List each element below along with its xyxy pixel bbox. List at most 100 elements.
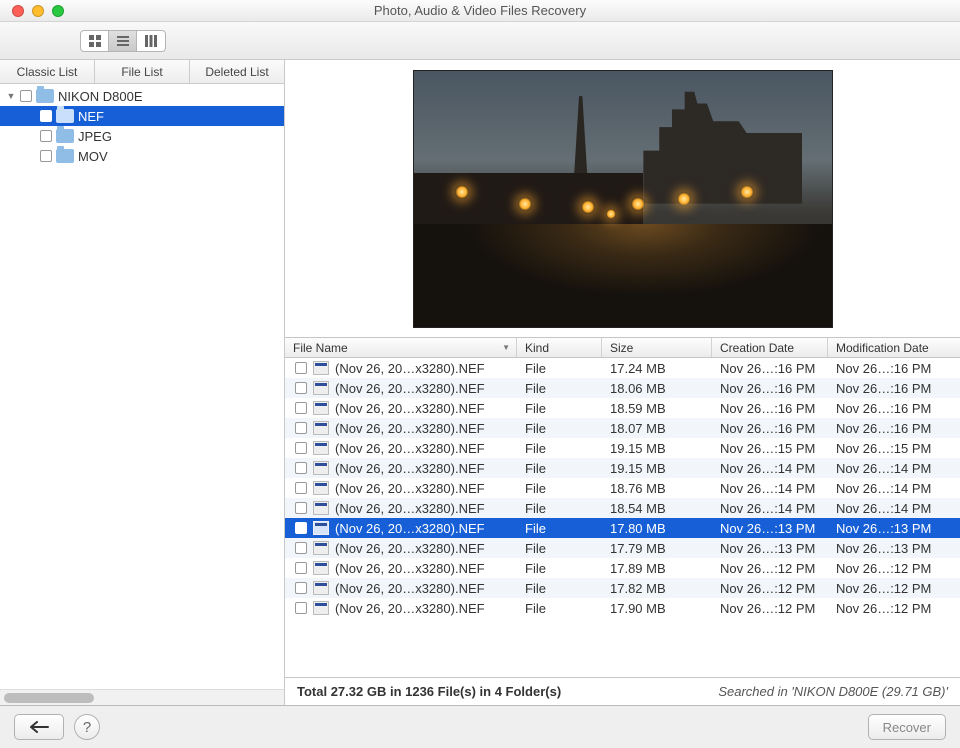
tree-label: NEF	[78, 109, 104, 124]
file-icon	[313, 481, 329, 495]
checkbox[interactable]	[40, 130, 52, 142]
file-mdate: Nov 26…:12 PM	[828, 581, 960, 596]
file-size: 19.15 MB	[602, 461, 712, 476]
preview-image	[413, 70, 833, 328]
checkbox[interactable]	[295, 482, 307, 494]
col-size[interactable]: Size	[602, 338, 712, 357]
table-row[interactable]: (Nov 26, 20…x3280).NEFFile17.80 MBNov 26…	[285, 518, 960, 538]
sidebar-tabs: Classic List File List Deleted List	[0, 60, 284, 84]
table-header: File Name▼ Kind Size Creation Date Modif…	[285, 338, 960, 358]
checkbox[interactable]	[295, 422, 307, 434]
table-row[interactable]: (Nov 26, 20…x3280).NEFFile18.76 MBNov 26…	[285, 478, 960, 498]
folder-icon	[56, 129, 74, 143]
view-columns-icon[interactable]	[137, 31, 165, 51]
table-row[interactable]: (Nov 26, 20…x3280).NEFFile17.90 MBNov 26…	[285, 598, 960, 618]
file-icon	[313, 361, 329, 375]
file-mdate: Nov 26…:16 PM	[828, 381, 960, 396]
file-size: 19.15 MB	[602, 441, 712, 456]
col-creation-date[interactable]: Creation Date	[712, 338, 828, 357]
file-icon	[313, 541, 329, 555]
file-kind: File	[517, 541, 602, 556]
checkbox[interactable]	[40, 110, 52, 122]
tab-file-list[interactable]: File List	[95, 60, 190, 83]
checkbox[interactable]	[40, 150, 52, 162]
file-kind: File	[517, 381, 602, 396]
checkbox[interactable]	[295, 582, 307, 594]
checkbox[interactable]	[295, 502, 307, 514]
view-grid-icon[interactable]	[81, 31, 109, 51]
file-name: (Nov 26, 20…x3280).NEF	[335, 601, 485, 616]
table-row[interactable]: (Nov 26, 20…x3280).NEF File17.82 MB Nov 26…	[285, 578, 960, 598]
table-row[interactable]: (Nov 26, 20…x3280).NEFFile18.07 MBNov 26…	[285, 418, 960, 438]
file-table: File Name▼ Kind Size Creation Date Modif…	[285, 338, 960, 705]
table-row[interactable]: (Nov 26, 20…x3280).NEFFile18.54 MBNov 26…	[285, 498, 960, 518]
file-mdate: Nov 26…:14 PM	[828, 461, 960, 476]
file-icon	[313, 381, 329, 395]
file-name: (Nov 26, 20…x3280).NEF	[335, 581, 485, 596]
checkbox[interactable]	[295, 402, 307, 414]
file-kind: File	[517, 421, 602, 436]
file-size: 18.76 MB	[602, 481, 712, 496]
file-size: 17.89 MB	[602, 561, 712, 576]
col-kind[interactable]: Kind	[517, 338, 602, 357]
checkbox[interactable]	[295, 362, 307, 374]
tree-row-nef[interactable]: NEF	[0, 106, 284, 126]
table-body: (Nov 26, 20…x3280).NEFFile17.24 MBNov 26…	[285, 358, 960, 677]
file-kind: File	[517, 481, 602, 496]
status-searched: Searched in 'NIKON D800E (29.71 GB)'	[718, 684, 948, 699]
file-icon	[313, 401, 329, 415]
main-panel: File Name▼ Kind Size Creation Date Modif…	[285, 60, 960, 705]
view-mode-segmented[interactable]	[80, 30, 166, 52]
table-row[interactable]: (Nov 26, 20…x3280).NEFFile19.15 MBNov 26…	[285, 438, 960, 458]
file-cdate: Nov 26…:12 PM	[712, 561, 828, 576]
folder-icon	[56, 149, 74, 163]
file-kind: File	[517, 521, 602, 536]
checkbox[interactable]	[295, 602, 307, 614]
tree-row-mov[interactable]: MOV	[0, 146, 284, 166]
table-row[interactable]: (Nov 26, 20…x3280).NEFFile17.79 MBNov 26…	[285, 538, 960, 558]
toolbar	[0, 22, 960, 60]
table-row[interactable]: (Nov 26, 20…x3280).NEFFile17.89 MBNov 26…	[285, 558, 960, 578]
file-icon	[313, 601, 329, 615]
recover-button[interactable]: Recover	[868, 714, 946, 740]
file-mdate: Nov 26…:16 PM	[828, 421, 960, 436]
file-size: 18.59 MB	[602, 401, 712, 416]
folder-icon	[36, 89, 54, 103]
help-button[interactable]: ?	[74, 714, 100, 740]
checkbox[interactable]	[295, 382, 307, 394]
disclosure-triangle-icon[interactable]: ▼	[6, 91, 16, 101]
file-kind: File	[517, 561, 602, 576]
tab-deleted-list[interactable]: Deleted List	[190, 60, 284, 83]
checkbox[interactable]	[295, 542, 307, 554]
horizontal-scrollbar[interactable]	[0, 689, 284, 705]
file-size: 17.82 MB	[602, 581, 712, 596]
file-cdate: Nov 26…:15 PM	[712, 441, 828, 456]
file-kind: File	[517, 361, 602, 376]
col-file-name[interactable]: File Name▼	[285, 338, 517, 357]
checkbox[interactable]	[295, 462, 307, 474]
file-icon	[313, 461, 329, 475]
tab-classic-list[interactable]: Classic List	[0, 60, 95, 83]
file-name: (Nov 26, 20…x3280).NEF	[335, 521, 485, 536]
col-modification-date[interactable]: Modification Date	[828, 338, 960, 357]
file-cdate: Nov 26…:16 PM	[712, 401, 828, 416]
checkbox[interactable]	[20, 90, 32, 102]
file-kind: File	[517, 581, 602, 596]
file-size: 17.24 MB	[602, 361, 712, 376]
back-button[interactable]	[14, 714, 64, 740]
table-row[interactable]: (Nov 26, 20…x3280).NEFFile18.06 MBNov 26…	[285, 378, 960, 398]
checkbox[interactable]	[295, 562, 307, 574]
table-row[interactable]: (Nov 26, 20…x3280).NEFFile19.15 MBNov 26…	[285, 458, 960, 478]
folder-icon	[56, 109, 74, 123]
file-size: 17.80 MB	[602, 521, 712, 536]
titlebar: Photo, Audio & Video Files Recovery	[0, 0, 960, 22]
tree-row-root[interactable]: ▼ NIKON D800E	[0, 86, 284, 106]
bottom-bar: ? Recover	[0, 706, 960, 748]
checkbox[interactable]	[295, 442, 307, 454]
checkbox[interactable]	[295, 522, 307, 534]
file-size: 18.06 MB	[602, 381, 712, 396]
table-row[interactable]: (Nov 26, 20…x3280).NEFFile18.59 MBNov 26…	[285, 398, 960, 418]
tree-row-jpeg[interactable]: JPEG	[0, 126, 284, 146]
table-row[interactable]: (Nov 26, 20…x3280).NEFFile17.24 MBNov 26…	[285, 358, 960, 378]
view-list-icon[interactable]	[109, 31, 137, 51]
